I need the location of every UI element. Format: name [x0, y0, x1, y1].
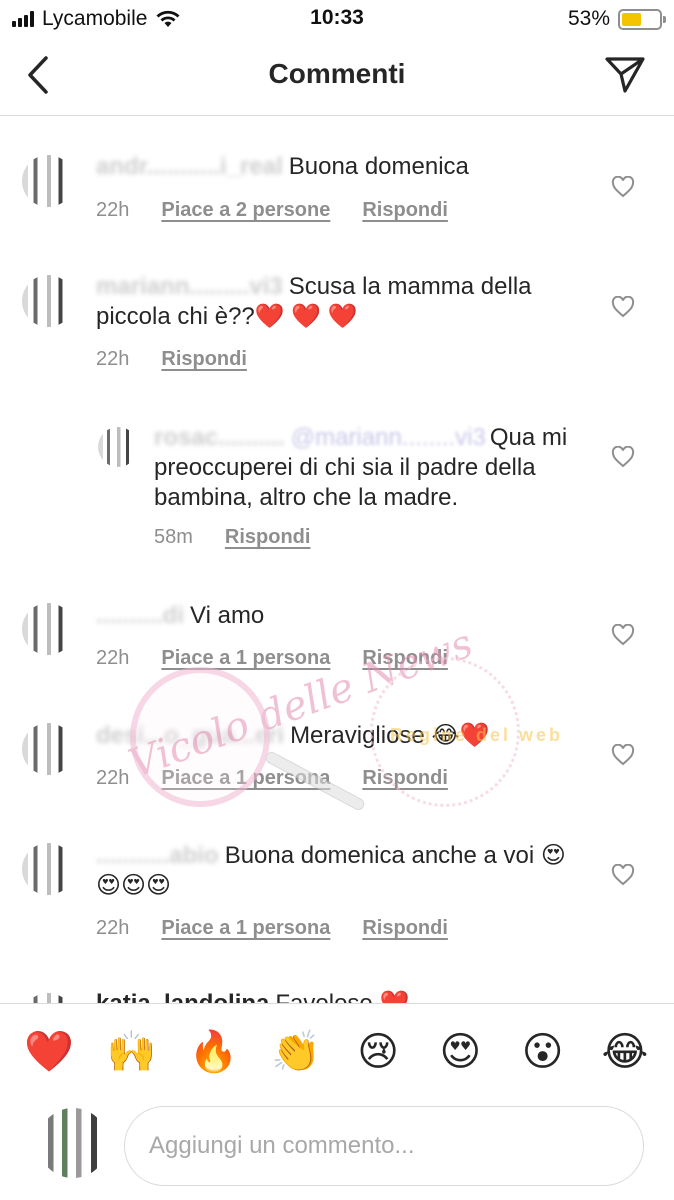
add-comment-input[interactable] — [124, 1106, 644, 1186]
comment-meta: 22h Piace a 1 persona Rispondi — [96, 647, 448, 670]
avatar[interactable] — [22, 155, 74, 207]
comment-likes-link[interactable]: Piace a 1 persona — [161, 767, 330, 790]
heart-outline-icon — [611, 744, 635, 766]
comment-meta: 22h Piace a 1 persona Rispondi — [96, 917, 448, 940]
avatar[interactable] — [22, 993, 74, 1003]
comment-mention[interactable]: @mariann........vi3 — [291, 424, 486, 451]
emoji-laugh-button[interactable]: 😂 — [595, 1028, 655, 1076]
like-comment-button[interactable] — [610, 174, 636, 200]
comment-text: ..........di Vi amo — [96, 601, 576, 631]
comment-time: 22h — [96, 647, 130, 669]
back-button[interactable] — [18, 52, 58, 98]
comment-meta: 22h Piace a 2 persone Rispondi — [96, 199, 448, 222]
comment-text: andr...........i_real Buona domenica — [96, 152, 576, 182]
status-bar: Lycamobile 10:33 53% — [0, 0, 674, 38]
like-comment-button[interactable] — [610, 862, 636, 888]
comment-username[interactable]: mariann.........vi3 — [96, 273, 283, 300]
comment-likes-link[interactable]: Piace a 2 persone — [161, 199, 330, 222]
my-avatar — [38, 1108, 108, 1178]
comment-body: Favolose ❤️ — [275, 990, 409, 1003]
reply-button[interactable]: Rispondi — [362, 917, 448, 940]
heart-outline-icon — [611, 624, 635, 646]
heart-outline-icon — [611, 296, 635, 318]
avatar[interactable] — [22, 723, 74, 775]
comment-text: ...........abio Buona domenica anche a vo… — [96, 841, 576, 901]
comment-time: 22h — [96, 767, 130, 789]
comment-time: 58m — [154, 526, 193, 548]
emoji-raised-hands-button[interactable]: 🙌 — [101, 1028, 161, 1076]
comment-meta: 58m Rispondi — [154, 526, 310, 549]
status-right: 53% — [567, 7, 666, 31]
watermark-script: Vicolo delle News — [123, 620, 479, 788]
comment-username[interactable]: andr...........i_real — [96, 153, 283, 180]
comment-username[interactable]: ...........abio — [96, 842, 219, 869]
heart-outline-icon — [611, 864, 635, 886]
reply-button[interactable]: Rispondi — [362, 767, 448, 790]
chevron-left-icon — [28, 56, 48, 94]
comment-text: mariann.........vi3 Scusa la mamma della … — [96, 272, 576, 332]
comment-likes-link[interactable]: Piace a 1 persona — [161, 647, 330, 670]
comments-list[interactable]: andr...........i_real Buona domenica 22h … — [0, 117, 674, 1003]
paper-plane-icon — [605, 57, 645, 93]
comment-username[interactable]: desi...o_gua...eri — [96, 722, 284, 749]
battery-level — [622, 12, 642, 26]
avatar[interactable] — [22, 843, 74, 895]
comment-body: Vi amo — [190, 602, 265, 629]
comment-time: 22h — [96, 348, 130, 370]
reply-button[interactable]: Rispondi — [362, 199, 448, 222]
comment-username[interactable]: ..........di — [96, 602, 184, 629]
battery-percent: 53% — [567, 7, 610, 30]
comment-text: rosac.......... @mariann........vi3 Qua mi… — [154, 423, 574, 513]
comment-meta: 22h Piace a 1 persona Rispondi — [96, 767, 448, 790]
comment-time: 22h — [96, 199, 130, 221]
emoji-clap-button[interactable]: 👏 — [266, 1028, 326, 1076]
emoji-quick-bar: ❤️ 🙌 🔥 👏 😢 😍 😮 😂 — [0, 1003, 674, 1099]
reply-button[interactable]: Rispondi — [161, 348, 247, 371]
emoji-fire-button[interactable]: 🔥 — [184, 1028, 244, 1076]
like-comment-button[interactable] — [610, 294, 636, 320]
like-comment-button[interactable] — [610, 742, 636, 768]
comment-likes-link[interactable]: Piace a 1 persona — [161, 917, 330, 940]
emoji-cry-button[interactable]: 😢 — [348, 1028, 408, 1076]
comment-text: desi...o_gua...eri Meravigliose 😂❤️ — [96, 721, 576, 751]
comment-username[interactable]: rosac.......... — [154, 424, 285, 451]
comment-body: Buona domenica — [288, 153, 469, 180]
heart-outline-icon — [611, 446, 635, 468]
reply-button[interactable]: Rispondi — [362, 647, 448, 670]
comment-body: Meravigliose 😂❤️ — [290, 722, 490, 749]
top-nav-bar: Commenti — [0, 38, 674, 116]
comment-time: 22h — [96, 917, 130, 939]
avatar[interactable] — [22, 603, 74, 655]
comment-meta: 22h Rispondi — [96, 348, 247, 371]
comment-composer — [0, 1100, 674, 1200]
battery-icon — [618, 8, 666, 30]
share-button[interactable] — [602, 52, 648, 98]
page-title: Commenti — [268, 58, 406, 89]
like-comment-button[interactable] — [610, 444, 636, 470]
comment-username[interactable]: katia_landolina — [96, 990, 269, 1003]
like-comment-button[interactable] — [610, 622, 636, 648]
avatar[interactable] — [98, 427, 138, 467]
emoji-heart-button[interactable]: ❤️ — [19, 1028, 79, 1076]
reply-button[interactable]: Rispondi — [225, 526, 311, 549]
comment-text: katia_landolina Favolose ❤️ — [96, 989, 576, 1003]
emoji-heart-eyes-button[interactable]: 😍 — [430, 1028, 490, 1076]
heart-outline-icon — [611, 176, 635, 198]
avatar[interactable] — [22, 275, 74, 327]
emoji-surprised-button[interactable]: 😮 — [513, 1028, 573, 1076]
